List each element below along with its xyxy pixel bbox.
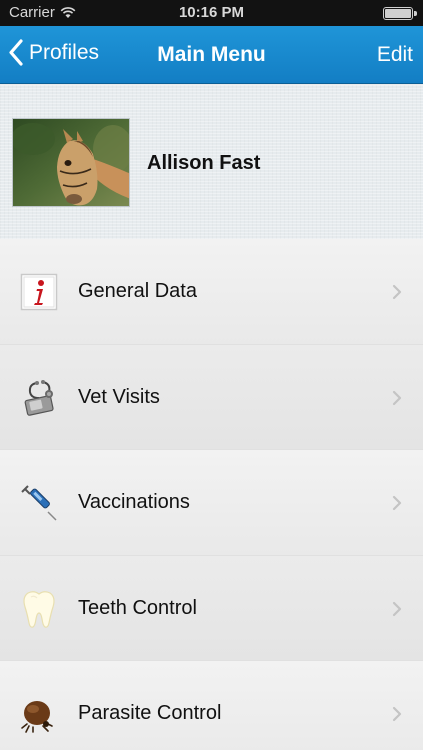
menu-item-parasite-control[interactable]: Parasite Control	[0, 661, 423, 750]
menu-item-label: General Data	[78, 280, 197, 302]
tooth-icon	[18, 589, 60, 629]
profile-header: Allison Fast	[0, 85, 423, 239]
menu-item-general-data[interactable]: General Data	[0, 239, 423, 345]
menu-item-vaccinations[interactable]: Vaccinations	[0, 450, 423, 556]
status-bar: Carrier 10:16 PM	[0, 0, 423, 26]
tick-icon	[18, 694, 60, 734]
battery-icon	[383, 7, 417, 20]
edit-button[interactable]: Edit	[377, 43, 413, 67]
menu-item-label: Vet Visits	[78, 385, 160, 408]
chevron-right-icon	[392, 284, 402, 300]
horse-photo[interactable]	[12, 118, 130, 207]
back-button[interactable]: Profiles	[8, 39, 99, 66]
stethoscope-icon	[18, 378, 60, 418]
status-time: 10:16 PM	[178, 4, 245, 21]
horse-name: Allison Fast	[147, 152, 261, 174]
main-menu-list: General Data Vet Visits Vaccinations Tee…	[0, 239, 423, 750]
chevron-left-icon	[9, 39, 23, 66]
menu-item-label: Parasite Control	[78, 702, 222, 724]
menu-item-label: Teeth Control	[78, 596, 197, 619]
navigation-bar: Profiles Main Menu Edit	[0, 26, 423, 84]
menu-item-vet-visits[interactable]: Vet Visits	[0, 344, 423, 450]
chevron-right-icon	[392, 706, 402, 722]
chevron-right-icon	[392, 601, 402, 616]
syringe-icon	[18, 483, 60, 523]
chevron-right-icon	[392, 495, 402, 511]
menu-item-label: Vaccinations	[78, 491, 190, 513]
back-button-label: Profiles	[29, 40, 100, 64]
menu-item-teeth-control[interactable]: Teeth Control	[0, 555, 423, 661]
info-icon	[18, 272, 60, 312]
chevron-right-icon	[392, 390, 402, 405]
